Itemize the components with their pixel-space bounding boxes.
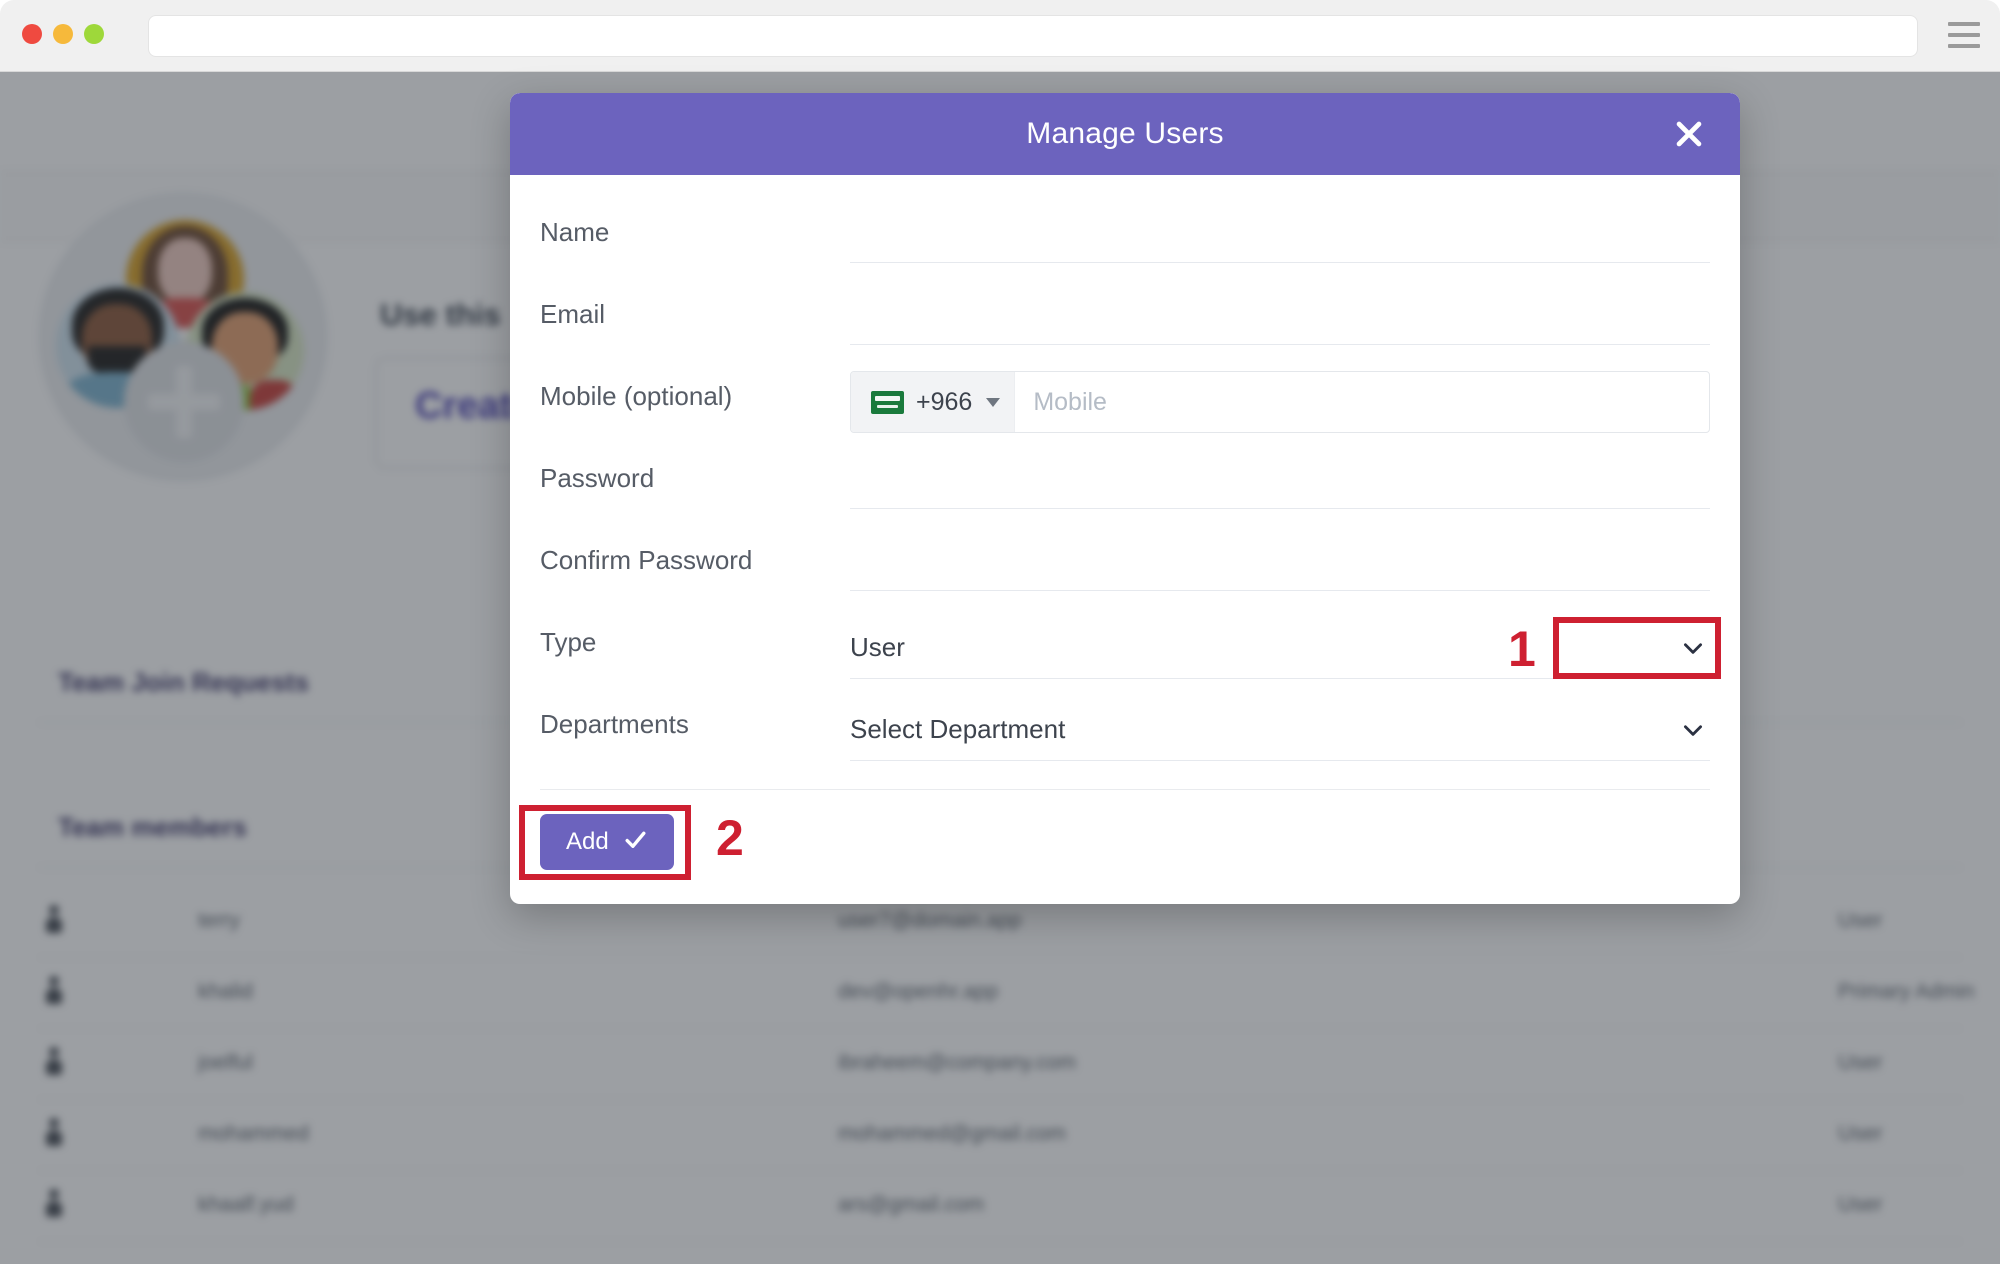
cell-email: ars@gmail.com xyxy=(838,1193,985,1216)
saudi-arabia-flag-icon xyxy=(871,390,904,414)
user-icon xyxy=(46,1047,62,1077)
check-icon xyxy=(623,827,648,857)
type-select-value: User xyxy=(850,632,905,662)
table-row[interactable]: khaalf.yud ars@gmail.com User xyxy=(38,1171,1962,1242)
cell-type: User xyxy=(1838,909,1883,932)
name-input[interactable] xyxy=(850,207,1710,263)
caret-down-icon xyxy=(986,397,1001,407)
cell-email: ibraheem@company.com xyxy=(838,1051,1077,1074)
table-row[interactable]: joelful ibraheem@company.com User xyxy=(38,1029,1962,1100)
cell-name: khalid xyxy=(198,980,253,1003)
cell-type: User xyxy=(1838,1051,1883,1074)
table-row[interactable]: mohammed mohammed@gmail.com User xyxy=(38,1100,1962,1171)
cell-name: mohammed xyxy=(198,1122,309,1145)
table-row[interactable]: khalid dev@openhr.app Primary Admin xyxy=(38,958,1975,1029)
type-select[interactable]: User xyxy=(850,617,1710,679)
email-input[interactable] xyxy=(850,289,1710,345)
add-member-plus-icon xyxy=(124,342,244,462)
cell-email: mohammed@gmail.com xyxy=(838,1122,1066,1145)
confirm-password-input[interactable] xyxy=(850,535,1710,591)
form-row-departments: Departments Select Department xyxy=(510,693,1740,775)
cell-type: User xyxy=(1838,1122,1883,1145)
form-row-email: Email xyxy=(510,283,1740,365)
user-icon xyxy=(46,1118,62,1148)
cell-name: joelful xyxy=(198,1051,253,1074)
user-icon xyxy=(46,1189,62,1219)
password-input[interactable] xyxy=(850,453,1710,509)
add-button[interactable]: Add xyxy=(540,814,674,870)
chevron-down-icon[interactable] xyxy=(1680,635,1706,661)
close-icon[interactable] xyxy=(1668,113,1710,155)
label-departments: Departments xyxy=(540,709,689,739)
hamburger-menu-icon[interactable] xyxy=(1948,22,1980,48)
dial-code-label: +966 xyxy=(916,387,973,416)
departments-select-value: Select Department xyxy=(850,714,1066,744)
modal-title: Manage Users xyxy=(1026,117,1224,150)
user-icon xyxy=(46,976,62,1006)
mobile-input-group: +966 xyxy=(850,371,1710,433)
minimize-dot[interactable] xyxy=(53,24,73,44)
screenshot-root: ✦ ✦ ✦ ● xyxy=(0,0,2000,1264)
country-code-selector[interactable]: +966 xyxy=(851,372,1016,432)
label-password: Password xyxy=(540,463,655,493)
browser-chrome xyxy=(0,0,2000,72)
team-illustration: ✦ ✦ ✦ ● xyxy=(38,192,328,482)
form-row-password: Password xyxy=(510,447,1740,529)
section-title-team-join-requests: Team Join Requests xyxy=(58,667,309,697)
user-icon xyxy=(46,905,62,935)
form-row-confirm-password: Confirm Password xyxy=(510,529,1740,611)
label-email: Email xyxy=(540,299,606,329)
cell-email: dev@openhr.app xyxy=(838,980,999,1003)
modal-header: Manage Users xyxy=(510,93,1740,175)
manage-users-modal: Manage Users Name Email Mobile (optional… xyxy=(510,93,1740,904)
form-row-type: Type User xyxy=(510,611,1740,693)
url-input[interactable] xyxy=(148,15,1918,57)
chevron-down-icon[interactable] xyxy=(1680,717,1706,743)
window-traffic-lights xyxy=(22,24,104,44)
close-dot[interactable] xyxy=(22,24,42,44)
form-row-name: Name xyxy=(510,201,1740,283)
label-mobile: Mobile (optional) xyxy=(540,381,733,411)
modal-body: Name Email Mobile (optional) +966 Mobile… xyxy=(510,175,1740,904)
mobile-input[interactable] xyxy=(1015,372,1709,432)
add-button-label: Add xyxy=(566,828,609,855)
departments-select[interactable]: Select Department xyxy=(850,699,1710,761)
modal-footer: Add xyxy=(510,790,1740,904)
label-name: Name xyxy=(540,217,610,247)
maximize-dot[interactable] xyxy=(84,24,104,44)
cell-name: khaalf.yud xyxy=(198,1193,294,1216)
label-type: Type xyxy=(540,627,597,657)
cell-type: User xyxy=(1838,1193,1883,1216)
label-confirm-password: Confirm Password xyxy=(540,545,753,575)
page-hero-heading: Use this xyxy=(380,297,501,332)
cell-type: Primary Admin xyxy=(1838,980,1975,1003)
cell-name: terry xyxy=(198,909,240,932)
cell-email: user7@domain.app xyxy=(838,909,1022,932)
form-row-mobile: Mobile (optional) +966 xyxy=(510,365,1740,447)
section-title-team-members: Team members xyxy=(58,812,247,842)
